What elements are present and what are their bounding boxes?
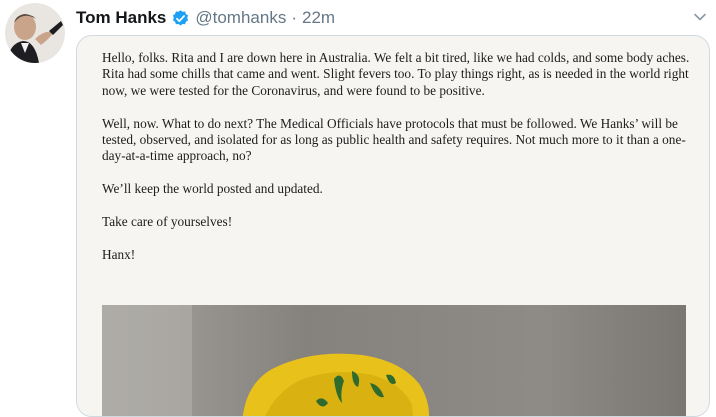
letter-paragraph: Hanx! xyxy=(102,246,136,262)
header-separator: · xyxy=(291,8,298,27)
avatar[interactable] xyxy=(5,3,65,63)
verified-badge-icon xyxy=(171,9,190,28)
letter-paragraph: Hello, folks. Rita and I are down here i… xyxy=(102,50,690,98)
letter-paragraph: We’ll keep the world posted and updated. xyxy=(102,181,323,197)
author-display-name[interactable]: Tom Hanks xyxy=(76,8,166,28)
chevron-down-icon xyxy=(694,13,706,21)
timestamp-link[interactable]: 22m xyxy=(302,8,335,28)
letter-paragraph: Take care of yourselves! xyxy=(102,214,233,230)
letter-paragraph: Well, now. What to do next? The Medical … xyxy=(102,115,686,164)
avatar-photo xyxy=(5,3,65,63)
letter-image: Hello, folks. Rita and I are down here i… xyxy=(77,36,709,416)
letter-text: Hello, folks. Rita and I are down here i… xyxy=(102,50,692,280)
tweet-media-card[interactable]: Hello, folks. Rita and I are down here i… xyxy=(76,35,710,417)
more-options-button[interactable] xyxy=(688,5,712,29)
author-handle[interactable]: @tomhanks xyxy=(195,8,286,28)
glove-photo xyxy=(102,305,686,416)
tweet-header: Tom Hanks @tomhanks · 22m xyxy=(76,7,335,29)
